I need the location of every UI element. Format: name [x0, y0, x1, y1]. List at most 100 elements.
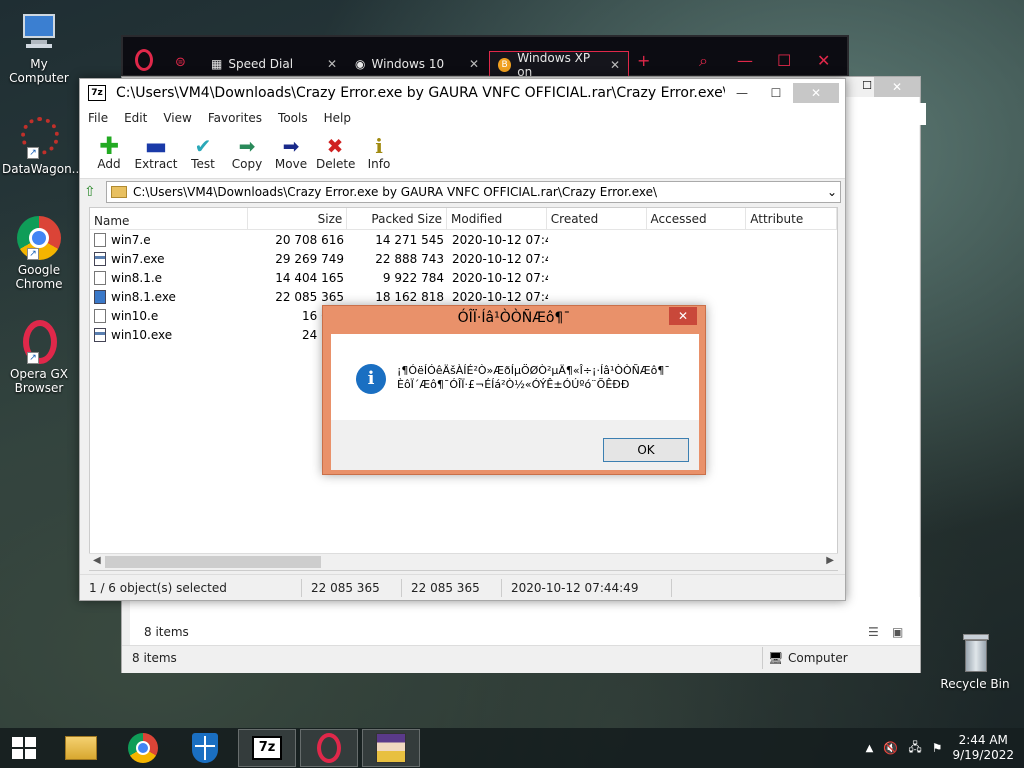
copy-button[interactable]: ➡ Copy [228, 129, 266, 178]
chevron-up-icon[interactable]: ▲ [866, 743, 874, 754]
clock[interactable]: 2:44 AM 9/19/2022 [952, 733, 1014, 763]
taskbar-crazy-error[interactable] [362, 729, 420, 767]
close-button[interactable]: ✕ [874, 77, 920, 97]
column-created[interactable]: Created [547, 208, 647, 229]
status-items-count: 8 items [132, 651, 177, 665]
column-accessed[interactable]: Accessed [647, 208, 747, 229]
taskbar-file-explorer[interactable] [52, 729, 110, 767]
scrollbar-thumb[interactable] [105, 556, 321, 568]
system-tray: ▲ 🔇 🖧 ⚑ 2:44 AM 9/19/2022 [866, 728, 1014, 768]
horizontal-scrollbar[interactable]: ◀ ▶ [89, 553, 838, 570]
items-count: 8 items [144, 625, 189, 639]
status-location: Computer [788, 651, 848, 665]
sevenzip-app-icon: 7z [252, 736, 282, 760]
close-icon[interactable]: ✕ [469, 57, 479, 71]
table-row[interactable]: win7.e 20 708 616 14 271 545 2020-10-12 … [90, 230, 837, 249]
scroll-right-icon[interactable]: ▶ [826, 555, 834, 566]
close-button[interactable]: ✕ [793, 83, 839, 103]
taskbar-chrome[interactable] [114, 729, 172, 767]
shortcut-arrow-icon: ↗ [27, 248, 39, 260]
opera-logo-icon[interactable] [135, 49, 153, 71]
folder-up-icon[interactable]: ⇧ [84, 184, 106, 200]
minimize-button[interactable]: — [737, 51, 753, 70]
delete-button[interactable]: ✖ Delete [316, 129, 355, 178]
taskbar-opera[interactable] [300, 729, 358, 767]
menu-help[interactable]: Help [324, 111, 351, 125]
menu-favorites[interactable]: Favorites [208, 111, 262, 125]
clock-time: 2:44 AM [958, 733, 1008, 747]
maximize-button[interactable]: ☐ [759, 83, 793, 103]
menu-view[interactable]: View [163, 111, 191, 125]
dialog-message-line: ¡¶ÓëÍÓêÄšÀÍÉ²Ò»ÆðÍµÖØÒ²µÄ¶«Î÷¡·Íâ¹ÒÒÑÆô¶… [397, 364, 670, 377]
folder-icon [111, 186, 127, 198]
maximize-button[interactable]: ☐ [777, 51, 791, 70]
details-view-icon[interactable]: ☰ [868, 625, 879, 639]
search-icon[interactable]: ⌕ [699, 51, 708, 71]
plus-icon: ✚ [98, 132, 120, 160]
desktop-icon-recycle-bin[interactable]: Recycle Bin [938, 630, 1012, 691]
status-size: 22 085 365 [302, 578, 402, 597]
move-button[interactable]: ➡ Move [272, 129, 310, 178]
column-name[interactable]: Name [90, 208, 248, 229]
chrome-icon: ↗ [17, 216, 61, 260]
network-icon[interactable]: 🖧 [908, 738, 921, 759]
close-icon[interactable]: ✕ [327, 57, 337, 71]
info-button[interactable]: i Info [360, 129, 398, 178]
close-button[interactable]: ✕ [817, 51, 830, 70]
delete-x-icon: ✖ [326, 134, 344, 158]
exe-file-icon [94, 251, 106, 266]
toolbar: ✚ Add ▬ Extract ✔ Test ➡ Copy ➡ Move ✖ D… [80, 129, 845, 179]
table-row-selected[interactable]: win8.1.exe 22 085 365 18 162 818 2020-10… [90, 287, 837, 306]
gamepad-icon[interactable]: ⊜ [175, 55, 186, 70]
ok-button[interactable]: OK [603, 438, 689, 462]
file-icon [94, 270, 106, 285]
tiles-view-icon[interactable]: ▣ [892, 625, 903, 639]
column-headers: Name Size Packed Size Modified Created A… [90, 208, 837, 230]
opera-icon [317, 733, 341, 763]
tab-windows-xp[interactable]: B Windows XP on ✕ [489, 51, 629, 79]
desktop-icon-chrome[interactable]: ↗ Google Chrome [2, 216, 76, 291]
desktop-icon-label: Google Chrome [15, 263, 63, 291]
taskbar-7zip[interactable]: 7z [238, 729, 296, 767]
menu-bar: File Edit View Favorites Tools Help [80, 107, 845, 129]
extract-button[interactable]: ▬ Extract [134, 129, 178, 178]
scroll-left-icon[interactable]: ◀ [93, 555, 101, 566]
column-modified[interactable]: Modified [447, 208, 547, 229]
sevenzip-app-icon: 7z [88, 85, 106, 101]
test-button[interactable]: ✔ Test [184, 129, 222, 178]
column-attributes[interactable]: Attribute [746, 208, 837, 229]
table-row[interactable]: win7.exe 29 269 749 22 888 743 2020-10-1… [90, 249, 837, 268]
column-size[interactable]: Size [248, 208, 348, 229]
action-center-icon[interactable]: ⚑ [932, 741, 943, 755]
taskbar-defender[interactable] [176, 729, 234, 767]
move-arrow-icon: ➡ [282, 134, 300, 158]
desktop-icon-my-computer[interactable]: My Computer [2, 10, 76, 85]
table-row[interactable]: win8.1.e 14 404 165 9 922 784 2020-10-12… [90, 268, 837, 287]
check-icon: ✔ [194, 134, 212, 158]
address-bar: ⇧ C:\Users\VM4\Downloads\Crazy Error.exe… [80, 179, 845, 205]
tab-windows-10[interactable]: ◉ Windows 10 ✕ [347, 51, 487, 77]
chevron-down-icon[interactable]: ⌄ [824, 185, 840, 199]
minimize-button[interactable]: — [725, 83, 759, 103]
new-tab-button[interactable]: + [637, 51, 650, 70]
menu-tools[interactable]: Tools [278, 111, 308, 125]
status-selection: 1 / 6 object(s) selected [80, 578, 302, 597]
sevenzip-titlebar[interactable]: 7z C:\Users\VM4\Downloads\Crazy Error.ex… [80, 79, 845, 107]
address-field[interactable]: C:\Users\VM4\Downloads\Crazy Error.exe b… [106, 181, 841, 203]
menu-edit[interactable]: Edit [124, 111, 147, 125]
dialog-titlebar[interactable]: ÓÎÏ·Íâ¹ÒÒÑÆô¶¯ ✕ [323, 306, 705, 330]
menu-file[interactable]: File [88, 111, 108, 125]
status-packed-size: 22 085 365 [402, 578, 502, 597]
bitcoin-icon: B [498, 57, 512, 72]
add-button[interactable]: ✚ Add [90, 129, 128, 178]
desktop-icon-opera-gx[interactable]: ↗ Opera GX Browser [2, 320, 76, 395]
column-packed-size[interactable]: Packed Size [347, 208, 448, 229]
tab-speed-dial[interactable]: ▦ Speed Dial ✕ [203, 51, 345, 77]
start-button[interactable] [0, 729, 48, 767]
dialog-close-button[interactable]: ✕ [669, 307, 697, 325]
desktop-icon-label: DataWagon... [2, 162, 84, 176]
volume-muted-icon[interactable]: 🔇 [883, 741, 898, 755]
desktop-icon-datawagon[interactable]: ↗ DataWagon... [2, 115, 84, 176]
desktop-icon-label: Opera GX Browser [9, 367, 69, 395]
close-icon[interactable]: ✕ [610, 58, 620, 72]
